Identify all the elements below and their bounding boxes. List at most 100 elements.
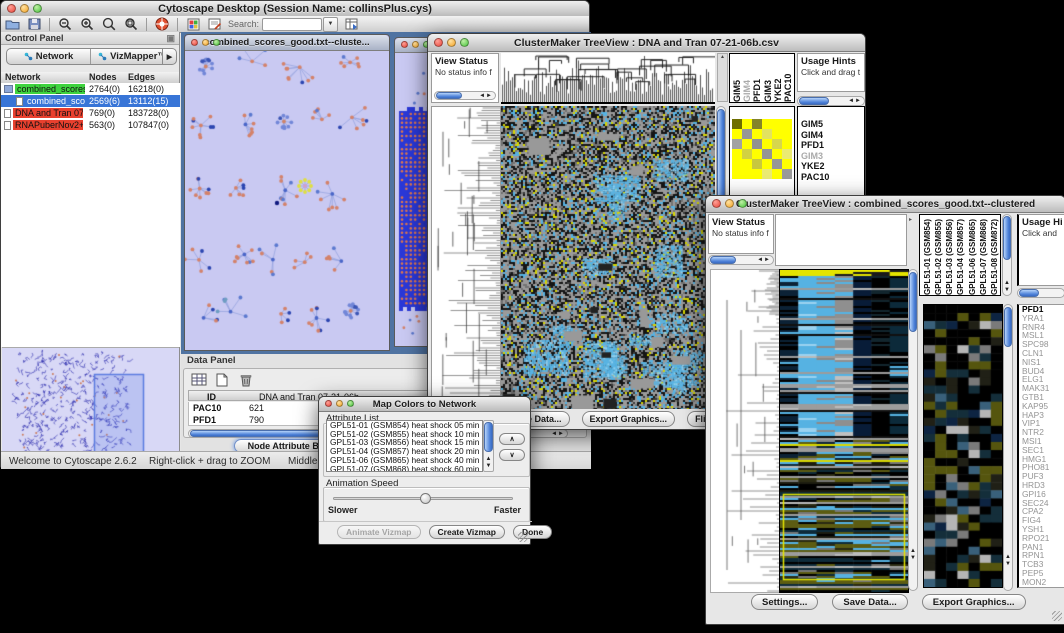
resize-grip[interactable] xyxy=(518,532,528,542)
search-dropdown-icon[interactable]: ▼ xyxy=(323,17,338,32)
array-label[interactable]: GPL51-08 (GSM872) xyxy=(989,215,1000,295)
slider-thumb[interactable] xyxy=(420,493,431,504)
zoom-fit-icon[interactable] xyxy=(122,17,140,31)
scrollbar-arrows[interactable]: ◄► xyxy=(551,430,565,437)
minimize-icon[interactable] xyxy=(412,41,419,48)
treeview-button[interactable]: Export Graphics... xyxy=(582,411,676,427)
birdseye-view[interactable] xyxy=(2,347,179,460)
minimize-icon[interactable] xyxy=(336,400,343,407)
gene-label[interactable]: MON2 xyxy=(1019,578,1064,587)
array-label[interactable]: YKE2 xyxy=(773,54,783,102)
array-label[interactable]: GPL51-07 (GSM868) xyxy=(978,215,989,295)
matrix-cell[interactable] xyxy=(772,169,782,179)
matrix-cell[interactable] xyxy=(762,149,772,159)
minimize-icon[interactable] xyxy=(202,39,209,46)
col-network[interactable]: Network xyxy=(5,72,41,82)
close-icon[interactable] xyxy=(7,4,16,13)
gene-label[interactable]: GIM4 xyxy=(798,130,864,141)
zoom-selected-icon[interactable] xyxy=(100,17,118,31)
treeview2-titlebar[interactable]: ClusterMaker TreeView : combined_scores_… xyxy=(706,196,1064,213)
scrollbar-thumb[interactable] xyxy=(436,92,462,99)
matrix-cell[interactable] xyxy=(742,139,752,149)
matrix-cell[interactable] xyxy=(732,169,742,179)
matrix-cell[interactable] xyxy=(742,119,752,129)
tv1-usage-hscrollbar[interactable]: ◄► xyxy=(797,96,865,106)
close-icon[interactable] xyxy=(401,41,408,48)
scrollbar-arrows[interactable]: ◄► xyxy=(479,92,493,99)
close-icon[interactable] xyxy=(712,199,721,208)
matrix-cell[interactable] xyxy=(752,169,762,179)
attribute-grid-icon[interactable] xyxy=(189,371,209,388)
matrix-cell[interactable] xyxy=(752,149,762,159)
network-tree-row[interactable]: combined_sco 2569(6) 13112(15) xyxy=(1,95,180,107)
tab[interactable]: Network xyxy=(7,49,91,64)
tv1-correlation-matrix[interactable] xyxy=(732,119,792,179)
tv1-heatmap[interactable] xyxy=(501,106,715,409)
treeview-button[interactable]: Settings... xyxy=(751,594,818,610)
tv1-gene-dendrogram[interactable] xyxy=(431,106,501,411)
network-tree-row[interactable]: combined_scores 2764(0) 16218(0) xyxy=(1,83,180,95)
matrix-cell[interactable] xyxy=(782,159,792,169)
matrix-cell[interactable] xyxy=(782,129,792,139)
tv1-gene-list[interactable]: GIM5GIM4PFD1GIM3YKE2PAC10 xyxy=(798,107,864,182)
gene-label[interactable]: YKE2 xyxy=(798,161,864,172)
resize-grip[interactable] xyxy=(1052,611,1062,621)
matrix-cell[interactable] xyxy=(752,159,762,169)
tv1-array-labels[interactable]: GIM5GIM4PFD1GIM3YKE2PAC10 xyxy=(730,54,794,102)
array-label[interactable]: GPL51-06 (GSM865) xyxy=(967,215,978,295)
network-graph-view[interactable] xyxy=(185,51,389,351)
tv2-array-labels[interactable]: GPL51-01 (GSM854)GPL51-02 (GSM855)GPL51-… xyxy=(920,215,1000,295)
dialog-titlebar[interactable]: Map Colors to Network xyxy=(319,397,530,412)
scrollbar-arrows[interactable]: ◄► xyxy=(757,256,771,264)
matrix-cell[interactable] xyxy=(752,139,762,149)
zoom-window-icon[interactable] xyxy=(738,199,747,208)
minimize-icon[interactable] xyxy=(20,4,29,13)
matrix-cell[interactable] xyxy=(752,119,762,129)
zoom-window-icon[interactable] xyxy=(347,400,354,407)
tv1-column-dendrogram[interactable] xyxy=(501,53,715,104)
tab-overflow-arrow[interactable]: ▶ xyxy=(162,48,177,65)
scrollbar-thumb[interactable] xyxy=(1004,307,1012,347)
tv2-labels-vscrollbar[interactable]: ▲▼ xyxy=(1002,214,1012,296)
attribute-list-item[interactable]: GPL51-07 (GSM868) heat shock 60 min xyxy=(327,465,482,472)
matrix-cell[interactable] xyxy=(762,119,772,129)
animation-speed-slider[interactable] xyxy=(333,497,513,500)
matrix-cell[interactable] xyxy=(762,129,772,139)
tv1-status-hscrollbar[interactable]: ◄► xyxy=(434,91,496,100)
network-view-titlebar[interactable]: combined_scores_good.txt--cluste... xyxy=(185,35,389,51)
array-label[interactable]: GPL51-03 (GSM856) xyxy=(944,215,955,295)
gene-label[interactable]: PFD1 xyxy=(798,140,864,151)
scrollbar-arrows[interactable]: ▲▼ xyxy=(1004,554,1012,568)
main-titlebar[interactable]: Cytoscape Desktop (Session Name: collins… xyxy=(1,1,589,17)
move-up-button[interactable]: ∧ xyxy=(499,433,525,445)
treeview-button[interactable]: Save Data... xyxy=(832,594,907,610)
tv2-genes-vscrollbar[interactable]: ▲▼ xyxy=(1003,304,1013,591)
new-attribute-icon[interactable] xyxy=(212,371,232,388)
matrix-cell[interactable] xyxy=(732,149,742,159)
attribute-list-vscrollbar[interactable]: ▲▼ xyxy=(483,420,494,472)
matrix-cell[interactable] xyxy=(772,159,782,169)
scrollbar-thumb[interactable] xyxy=(484,422,493,452)
tv2-usage-hscrollbar[interactable] xyxy=(1017,288,1064,298)
scrollbar-arrows[interactable]: ▲▼ xyxy=(484,456,493,470)
attribute-list[interactable]: GPL51-01 (GSM854) heat shock 05 minGPL51… xyxy=(326,420,483,472)
matrix-cell[interactable] xyxy=(752,129,762,139)
gene-label[interactable]: PAC10 xyxy=(798,172,864,183)
search-input[interactable] xyxy=(262,18,322,31)
scrollbar-thumb[interactable] xyxy=(710,256,736,264)
tv2-heatmap[interactable] xyxy=(779,269,909,593)
matrix-cell[interactable] xyxy=(782,119,792,129)
scrollbar-thumb[interactable] xyxy=(1019,289,1039,297)
tv1-mini-scroll[interactable]: ▲ xyxy=(717,53,728,102)
matrix-cell[interactable] xyxy=(742,149,752,159)
col-edges[interactable]: Edges xyxy=(128,72,155,82)
save-session-icon[interactable] xyxy=(25,17,43,31)
matrix-cell[interactable] xyxy=(732,119,742,129)
matrix-cell[interactable] xyxy=(732,159,742,169)
help-lifering-icon[interactable] xyxy=(153,17,171,31)
move-down-button[interactable]: ∨ xyxy=(499,449,525,461)
matrix-cell[interactable] xyxy=(772,149,782,159)
tv2-gene-dendrogram[interactable] xyxy=(710,269,780,593)
matrix-cell[interactable] xyxy=(742,129,752,139)
matrix-cell[interactable] xyxy=(732,129,742,139)
